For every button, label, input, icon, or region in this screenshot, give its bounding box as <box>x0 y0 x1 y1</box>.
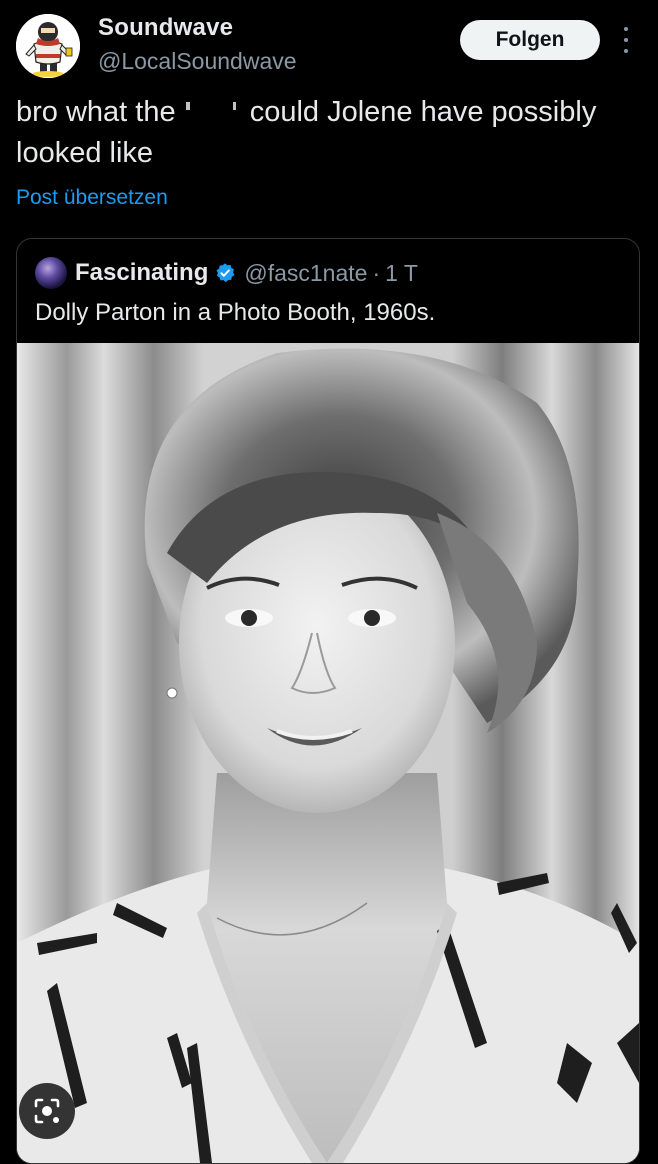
post-text: bro what the could Jolene have possibly … <box>16 92 636 174</box>
quoted-post-time[interactable]: 1 T <box>385 260 418 287</box>
author-info[interactable]: Soundwave @LocalSoundwave <box>98 14 297 74</box>
author-display-name[interactable]: Soundwave <box>98 14 297 42</box>
separator-dot: · <box>372 259 381 286</box>
image-search-button[interactable] <box>19 1083 75 1139</box>
quoted-author-avatar[interactable] <box>35 257 67 289</box>
quoted-post-card[interactable]: Fascinating @fasc1nate · 1 T Dolly Parto… <box>16 238 640 1164</box>
tweet: Soundwave @LocalSoundwave Folgen bro wha… <box>0 0 658 1164</box>
verified-badge-icon <box>216 263 235 283</box>
quoted-post-photo[interactable] <box>17 343 639 1163</box>
image-search-icon <box>34 1098 60 1124</box>
quoted-author-name[interactable]: Fascinating <box>75 259 208 287</box>
post-text-part-1: bro what the <box>16 96 184 128</box>
quoted-post-header: Fascinating @fasc1nate · 1 T <box>35 257 418 289</box>
quoted-author-handle[interactable]: @fasc1nate <box>244 260 367 287</box>
cartoon-character-avatar-icon <box>16 14 80 78</box>
quoted-post-text: Dolly Parton in a Photo Booth, 1960s. <box>35 299 436 326</box>
more-options-icon[interactable] <box>620 27 632 53</box>
translate-post-link[interactable]: Post übersetzen <box>16 186 168 210</box>
censored-word-icon <box>183 98 242 124</box>
author-handle[interactable]: @LocalSoundwave <box>98 48 297 74</box>
portrait-photo-icon <box>17 343 639 1163</box>
follow-button[interactable]: Folgen <box>460 20 600 60</box>
author-avatar[interactable] <box>16 14 80 78</box>
